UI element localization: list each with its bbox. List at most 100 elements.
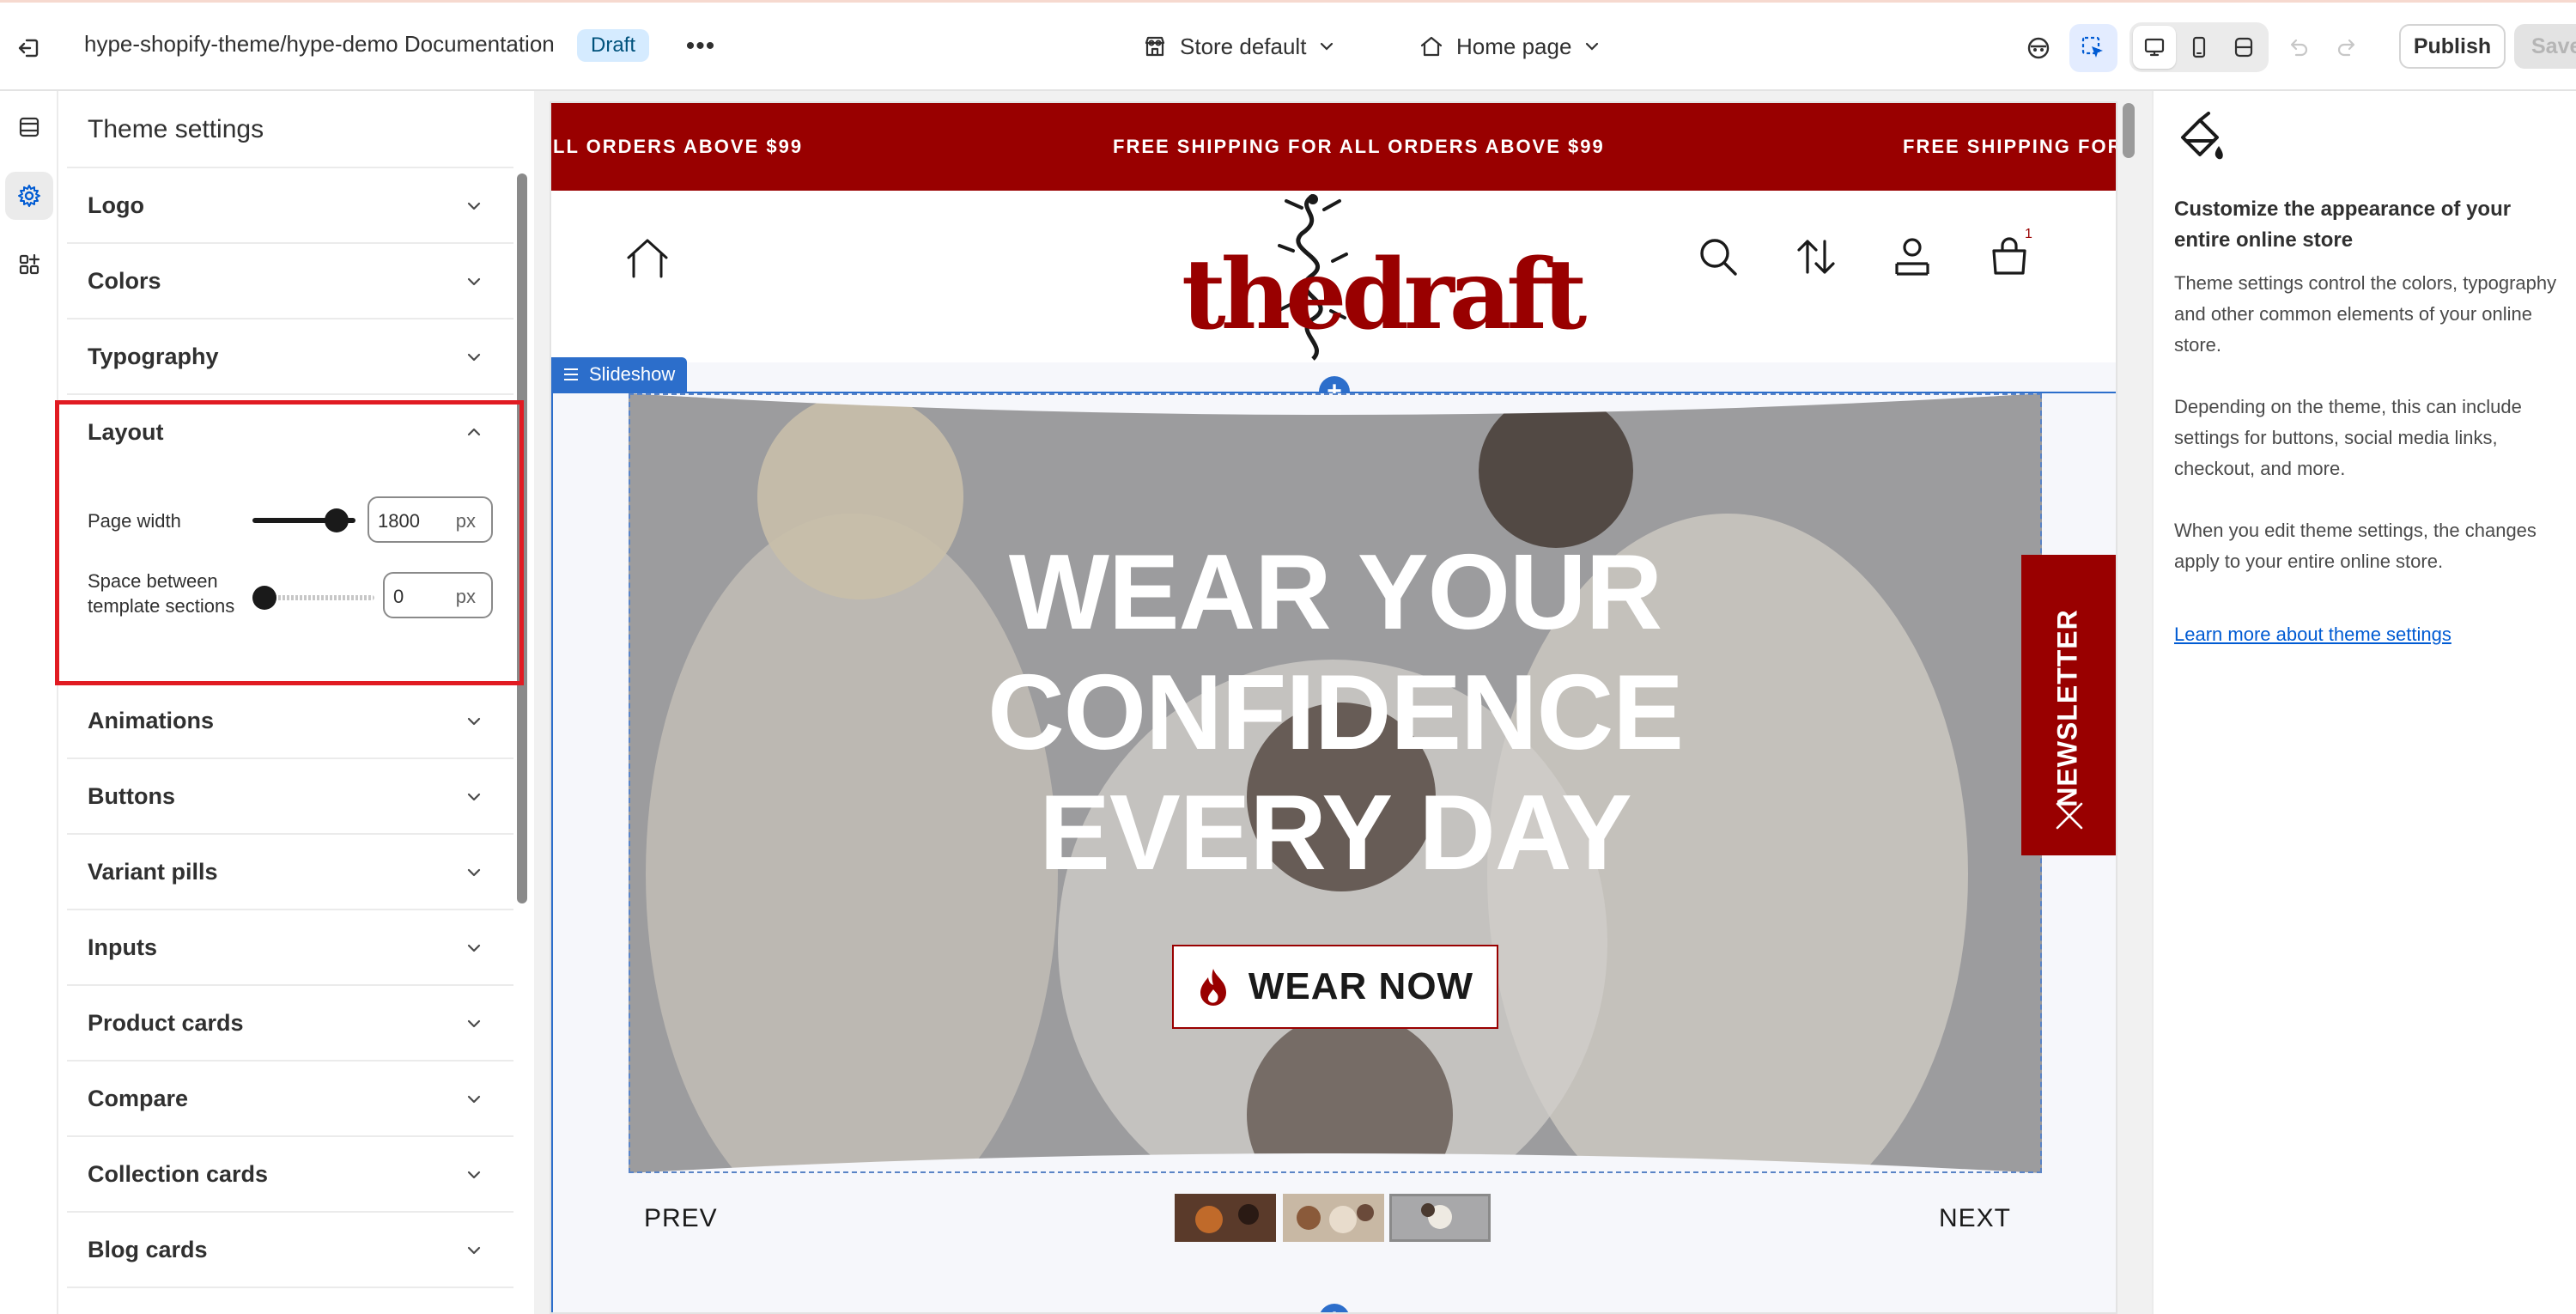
gear-icon [18,185,40,207]
more-actions-button[interactable]: ••• [683,29,718,64]
ai-assist-button[interactable] [2014,24,2063,72]
accordion-label: Buttons [88,783,175,809]
accordion-section-compare[interactable]: Compare [67,1062,513,1137]
fullscreen-view-button[interactable] [2222,26,2265,69]
accordion-label: Logo [88,192,144,218]
home-link[interactable] [620,230,675,285]
accordion-section-variant-pills[interactable]: Variant pills [67,835,513,910]
accordion-label: Colors [88,268,161,294]
chevron-down-icon[interactable] [459,1084,489,1115]
chevron-down-icon[interactable] [459,933,489,964]
prev-slide-button[interactable]: PREV [644,1204,718,1233]
home-icon [1420,36,1443,57]
announcement-text-left: LL ORDERS ABOVE $99 [553,136,804,157]
theme-settings-tab-button[interactable] [5,172,53,220]
accordion-section-logo[interactable]: Logo [67,168,513,244]
account-icon [1895,238,1929,276]
wear-now-button[interactable]: WEAR NOW [1172,945,1498,1029]
slide-thumbnail-2[interactable] [1283,1194,1384,1242]
accordion-section-colors[interactable]: Colors [67,244,513,319]
select-cursor-icon [2081,36,2103,58]
page-width-input[interactable]: 1800 px [368,496,493,543]
accordion-section-inputs[interactable]: Inputs [67,910,513,986]
hero-heading: WEAR YOUR CONFIDENCE EVERY DAY [629,532,2042,893]
save-button[interactable]: Save [2514,24,2576,69]
device-switcher [2129,22,2269,72]
chevron-down-icon[interactable] [459,706,489,737]
accordion-section-product-cards[interactable]: Product cards [67,986,513,1062]
undo-icon [2290,39,2308,57]
chevron-down-icon[interactable] [459,1008,489,1039]
chevron-down-icon[interactable] [459,266,489,297]
chevron-down-icon[interactable] [459,191,489,222]
space-between-thumb[interactable] [252,586,276,610]
chevron-down-icon[interactable] [459,1159,489,1190]
exit-icon [18,39,39,58]
hero-heading-line-1: WEAR YOUR [1008,533,1662,652]
compare-button[interactable] [1791,232,1841,282]
space-between-input[interactable]: 0 px [383,572,493,618]
search-button[interactable] [1693,232,1743,282]
undo-button[interactable] [2274,24,2322,72]
fullscreen-icon [2234,37,2253,58]
thumbnail-image-2 [1283,1194,1384,1242]
apps-tab-button[interactable] [5,240,53,289]
home-icon [627,239,668,278]
slideshow-section-tag[interactable]: Slideshow [551,357,688,392]
hero-slide[interactable]: WEAR YOUR CONFIDENCE EVERY DAY WEAR NOW [629,393,2042,1173]
publish-button[interactable]: Publish [2399,24,2506,69]
draft-badge: Draft [577,29,650,62]
exit-button[interactable] [5,24,53,72]
accordion-label: Product cards [88,1010,244,1036]
accordion-section-buttons[interactable]: Buttons [67,759,513,835]
flame-icon [1200,969,1226,1006]
chevron-down-icon[interactable] [459,1235,489,1266]
account-button[interactable] [1887,232,1937,282]
sections-tab-button[interactable] [5,103,53,151]
accordion-section-collection-cards[interactable]: Collection cards [67,1137,513,1213]
inspector-button[interactable] [2069,24,2117,72]
cart-count-badge: 1 [2025,227,2032,241]
chevron-down-icon[interactable] [459,782,489,812]
chevron-down-icon[interactable] [459,342,489,373]
chevron-down-icon[interactable] [459,857,489,888]
announcement-text-right: FREE SHIPPING FOR [1903,136,2117,157]
accordion-section-typography[interactable]: Typography [67,319,513,395]
mobile-view-button[interactable] [2178,26,2221,69]
store-preview: LL ORDERS ABOVE $99 FREE SHIPPING FOR AL… [550,101,2117,1314]
newsletter-tab[interactable]: NEWSLETTER [2021,555,2116,855]
desktop-view-button[interactable] [2133,26,2176,69]
sort-icon [1797,240,1835,274]
accordion-label: Inputs [88,934,157,960]
mobile-icon [2192,36,2206,58]
thumbnail-image-3 [1392,1196,1488,1239]
chevron-up-icon[interactable] [459,417,489,448]
accordion-label: Variant pills [88,859,218,885]
preview-scrollbar[interactable] [2123,103,2135,158]
store-logo[interactable]: thedraft [1182,191,1587,362]
slide-thumbnail-3[interactable] [1389,1194,1491,1242]
slide-thumbnail-1[interactable] [1175,1194,1276,1242]
page-selector-label: Home page [1456,33,1572,59]
sparkle-face-icon [2027,37,2050,59]
announcement-text: FREE SHIPPING FOR ALL ORDERS ABOVE $99 [1113,136,1605,157]
learn-more-link[interactable]: Learn more about theme settings [2174,624,2451,646]
logo-text: thedraft [1182,239,1587,351]
slideshow-icon [564,368,578,380]
accordion-section-animations[interactable]: Animations [67,684,513,759]
close-icon[interactable] [2052,799,2087,833]
store-selector[interactable]: Store default [1142,27,1335,65]
store-selector-label: Store default [1180,33,1307,59]
cart-button[interactable]: 1 [1984,227,2035,282]
accordion-section-blog-cards[interactable]: Blog cards [67,1213,513,1288]
editor-left-rail [0,91,58,1314]
panel-scrollbar[interactable] [517,173,527,903]
store-icon [1145,36,1165,57]
redo-button[interactable] [2324,24,2372,72]
next-slide-button[interactable]: NEXT [1939,1204,2011,1233]
wear-now-label: WEAR NOW [1248,965,1474,1007]
page-selector[interactable]: Home page [1419,27,1601,65]
redo-icon [2337,39,2355,57]
chevron-down-icon [1321,42,1334,51]
info-paragraph-1: Theme settings control the colors, typog… [2174,272,2557,356]
